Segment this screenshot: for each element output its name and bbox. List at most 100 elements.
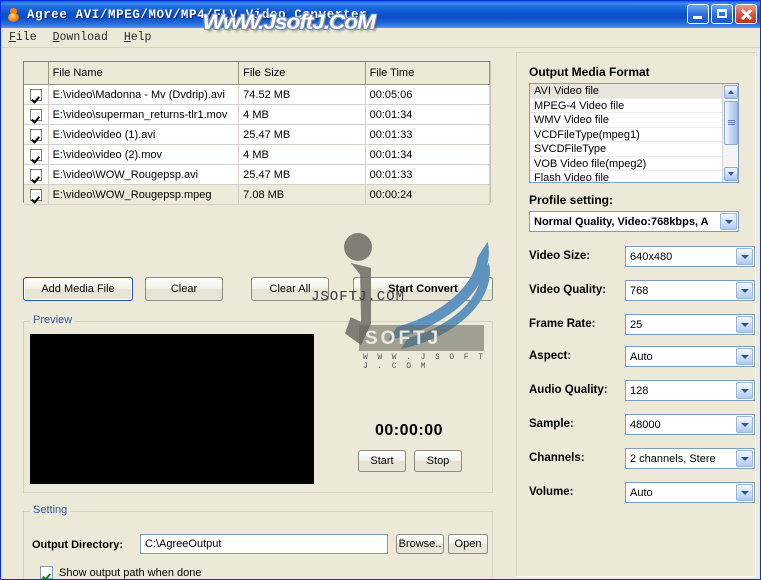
- browse-button[interactable]: Browse..: [396, 534, 444, 554]
- scrollbar-thumb[interactable]: [724, 101, 738, 145]
- chevron-down-icon[interactable]: [736, 282, 753, 299]
- output-format-item[interactable]: VCDFileType(mpeg1): [530, 128, 738, 142]
- close-button[interactable]: [735, 4, 757, 24]
- field-combo[interactable]: Auto: [625, 346, 755, 367]
- row-checkbox-cell[interactable]: [24, 164, 49, 185]
- row-checkbox[interactable]: [29, 108, 42, 121]
- output-format-scrollbar[interactable]: [722, 84, 738, 182]
- field-value: 768: [630, 284, 649, 297]
- title-bar: Agree AVI/MPEG/MOV/MP4/FLV Video Convert…: [1, 1, 760, 28]
- output-format-item[interactable]: WMV Video file: [530, 113, 738, 128]
- column-header-file-time[interactable]: File Time: [365, 62, 491, 85]
- chevron-down-icon[interactable]: [736, 316, 753, 333]
- clear-all-button[interactable]: Clear All: [251, 277, 329, 301]
- file-list-table: File Name File Size File Time E:\video\M…: [24, 62, 491, 205]
- cell-file-size: 74.52 MB: [238, 84, 366, 105]
- chevron-down-icon[interactable]: [736, 416, 753, 433]
- row-checkbox-cell[interactable]: [24, 104, 49, 125]
- table-row[interactable]: E:\video\video (2).mov 4 MB 00:01:34: [24, 144, 491, 165]
- menu-help[interactable]: Help: [116, 29, 160, 46]
- output-format-item[interactable]: AVI Video file: [530, 84, 738, 99]
- cell-file-name: E:\video\WOW_Rougepsp.avi: [48, 164, 240, 185]
- scroll-up-arrow-icon[interactable]: [724, 85, 738, 99]
- table-row[interactable]: E:\video\video (1).avi 25.47 MB 00:01:33: [24, 124, 491, 145]
- field-value: 2 channels, Stere: [630, 452, 716, 465]
- column-header-file-name[interactable]: File Name: [48, 62, 240, 85]
- chevron-down-icon[interactable]: [736, 484, 753, 501]
- table-row[interactable]: E:\video\WOW_Rougepsp.mpeg 7.08 MB 00:00:2…: [24, 184, 491, 205]
- open-button[interactable]: Open: [448, 534, 488, 554]
- file-list[interactable]: File Name File Size File Time E:\video\M…: [23, 61, 491, 205]
- field-combo[interactable]: Auto: [625, 482, 755, 503]
- cell-file-time: 00:05:06: [365, 84, 491, 105]
- field-row: Volume: Auto: [529, 482, 755, 503]
- start-convert-button[interactable]: Start Convert: [353, 277, 493, 301]
- preview-timer: 00:00:00: [374, 422, 444, 439]
- row-checkbox-cell[interactable]: [24, 124, 49, 145]
- menu-file[interactable]: FFileile: [1, 29, 45, 46]
- chevron-down-icon[interactable]: [736, 248, 753, 265]
- field-value: 25: [630, 318, 643, 331]
- output-media-format-list[interactable]: AVI Video file MPEG-4 Video file WMV Video…: [529, 83, 739, 183]
- table-row[interactable]: E:\video\superman_returns-tlr1.mov 4 MB 00…: [24, 104, 491, 125]
- row-checkbox[interactable]: [29, 188, 42, 201]
- row-checkbox-cell[interactable]: [24, 184, 49, 205]
- output-directory-input[interactable]: [140, 534, 388, 554]
- minimize-button[interactable]: [687, 4, 709, 24]
- preview-start-button[interactable]: Start: [358, 450, 406, 472]
- field-combo[interactable]: 48000: [625, 414, 755, 435]
- add-media-file-button[interactable]: Add Media File: [23, 277, 133, 301]
- field-value: Auto: [630, 486, 653, 499]
- output-format-item[interactable]: VOB Video file(mpeg2): [530, 157, 738, 171]
- row-checkbox[interactable]: [29, 128, 42, 141]
- chevron-down-icon[interactable]: [736, 382, 753, 399]
- window-controls: [687, 4, 757, 24]
- chevron-down-icon[interactable]: [720, 213, 737, 230]
- field-label: Video Size:: [529, 250, 591, 262]
- table-row[interactable]: E:\video\Madonna - Mv (Dvdrip).avi 74.52 …: [24, 84, 491, 105]
- field-combo[interactable]: 640x480: [625, 246, 755, 267]
- field-combo[interactable]: 25: [625, 314, 755, 335]
- show-output-path-checkbox[interactable]: [40, 566, 53, 579]
- field-label: Audio Quality:: [529, 384, 608, 396]
- cell-file-name: E:\video\Madonna - Mv (Dvdrip).avi: [48, 84, 240, 105]
- cell-file-time: 00:01:34: [365, 104, 491, 125]
- column-header-checkbox[interactable]: [24, 62, 49, 85]
- output-format-item[interactable]: Flash Video file: [530, 171, 738, 182]
- output-format-item[interactable]: SVCDFileType: [530, 142, 738, 157]
- column-header-file-size[interactable]: File Size: [238, 62, 366, 85]
- row-checkbox[interactable]: [29, 168, 42, 181]
- field-label: Frame Rate:: [529, 318, 596, 330]
- menu-download[interactable]: Download: [45, 29, 116, 46]
- setting-group: Setting Output Directory: Browse.. Open …: [23, 504, 493, 579]
- maximize-button[interactable]: [711, 4, 733, 24]
- show-output-path-row[interactable]: Show output path when done: [40, 566, 202, 579]
- row-checkbox-cell[interactable]: [24, 84, 49, 105]
- preview-stop-button[interactable]: Stop: [414, 450, 462, 472]
- chevron-down-icon[interactable]: [736, 348, 753, 365]
- profile-setting-combo[interactable]: Normal Quality, Video:768kbps, A: [529, 211, 739, 232]
- preview-group-title: Preview: [30, 314, 76, 326]
- chevron-down-icon[interactable]: [736, 450, 753, 467]
- field-label: Volume:: [529, 486, 574, 498]
- video-preview-surface[interactable]: [30, 334, 314, 484]
- field-row: Frame Rate: 25: [529, 314, 755, 335]
- field-combo[interactable]: 768: [625, 280, 755, 301]
- table-row[interactable]: E:\video\WOW_Rougepsp.avi 25.47 MB 00:01:3…: [24, 164, 491, 185]
- right-pane: Output Media Format AVI Video file MPEG-4…: [512, 49, 760, 579]
- row-checkbox-cell[interactable]: [24, 144, 49, 165]
- clear-button[interactable]: Clear: [145, 277, 223, 301]
- field-row: Video Size: 640x480: [529, 246, 755, 267]
- cell-file-time: 00:01:33: [365, 164, 491, 185]
- row-checkbox[interactable]: [29, 148, 42, 161]
- output-media-format-title: Output Media Format: [529, 65, 650, 79]
- scroll-down-arrow-icon[interactable]: [724, 167, 738, 181]
- field-label: Video Quality:: [529, 284, 607, 296]
- flame-app-icon: [6, 7, 22, 23]
- row-checkbox[interactable]: [29, 88, 42, 101]
- field-row: Aspect: Auto: [529, 346, 755, 367]
- cell-file-size: 4 MB: [238, 144, 366, 165]
- field-combo[interactable]: 2 channels, Stere: [625, 448, 755, 469]
- field-combo[interactable]: 128: [625, 380, 755, 401]
- output-format-item[interactable]: MPEG-4 Video file: [530, 99, 738, 113]
